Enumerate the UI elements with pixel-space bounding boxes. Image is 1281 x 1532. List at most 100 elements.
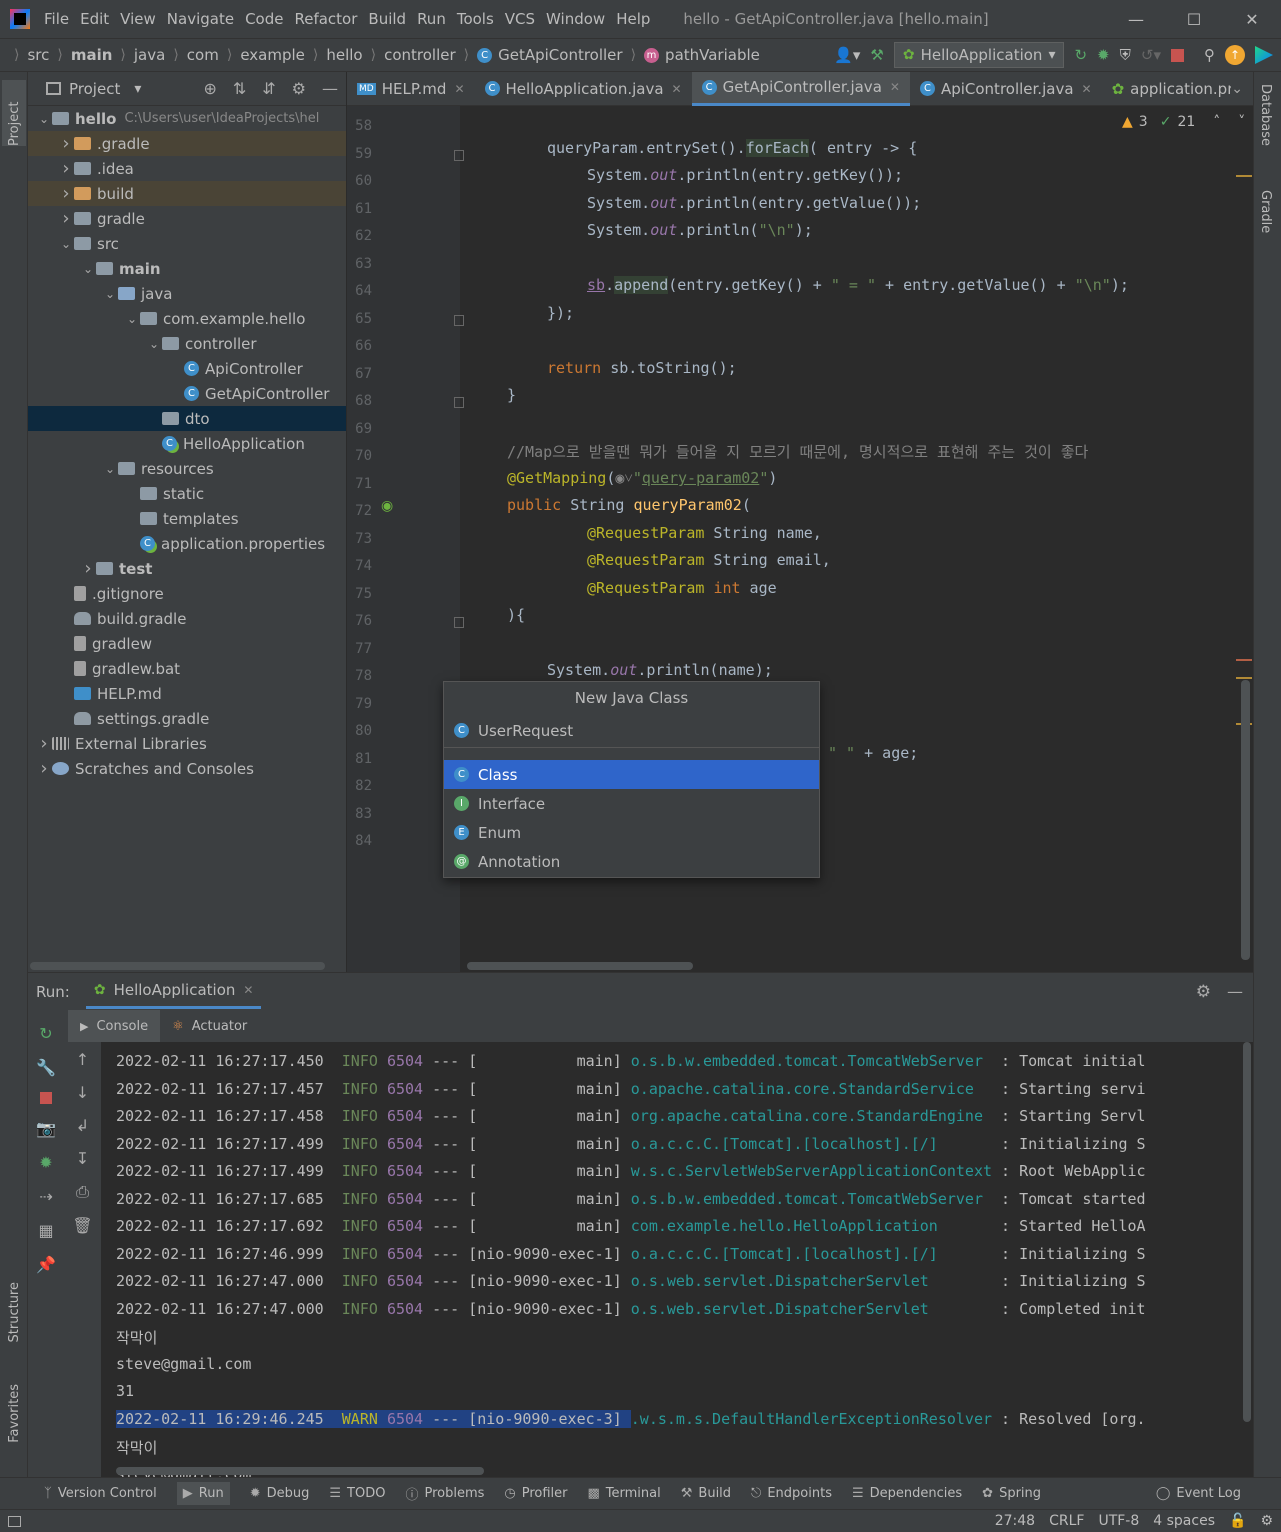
- debug-icon[interactable]: ✹: [1097, 46, 1110, 64]
- arrow-down-icon[interactable]: ↓: [76, 1083, 89, 1102]
- option-interface[interactable]: I Interface: [444, 789, 819, 818]
- tree-item[interactable]: ⌄ src: [28, 231, 346, 256]
- tab-get-api-controller[interactable]: C GetApiController.java ✕: [691, 71, 910, 106]
- layout-icon[interactable]: ▦: [38, 1221, 53, 1240]
- tab-api-controller[interactable]: C ApiController.java ✕: [910, 72, 1102, 106]
- stop-icon[interactable]: [40, 1092, 52, 1104]
- project-hscrollbar[interactable]: [30, 962, 325, 970]
- tree-item[interactable]: › .idea: [28, 156, 346, 181]
- menu-view[interactable]: View: [120, 10, 156, 28]
- close-icon[interactable]: ✕: [243, 983, 253, 997]
- crumb-example[interactable]: ⟩ example: [219, 46, 305, 64]
- menu-build[interactable]: Build: [368, 10, 406, 28]
- run-config-tab[interactable]: ✿ HelloApplication ✕: [85, 975, 262, 1009]
- fold-icon[interactable]: [454, 314, 464, 326]
- chevron-right-icon[interactable]: ›: [80, 558, 96, 579]
- close-icon[interactable]: ✕: [454, 82, 464, 96]
- crumb-class[interactable]: ⟩ C GetApiController: [456, 46, 623, 64]
- inspector-icon[interactable]: ⚙: [1260, 1513, 1273, 1529]
- rerun-icon[interactable]: ↻: [39, 1024, 52, 1043]
- tree-item[interactable]: C GetApiController: [28, 381, 346, 406]
- tree-item[interactable]: › .gradle: [28, 131, 346, 156]
- database-tool-tab[interactable]: Database: [1258, 84, 1273, 150]
- update-icon[interactable]: ↑: [1225, 45, 1245, 65]
- menu-edit[interactable]: Edit: [80, 10, 109, 28]
- hide-icon[interactable]: —: [322, 79, 338, 98]
- user-icon[interactable]: 👤▾: [834, 46, 860, 64]
- tree-item[interactable]: ⌄ main: [28, 256, 346, 281]
- tree-item[interactable]: ⌄ com.example.hello: [28, 306, 346, 331]
- menu-tools[interactable]: Tools: [457, 10, 494, 28]
- search-icon[interactable]: ⚲: [1204, 46, 1215, 64]
- minimize-icon[interactable]: —: [1107, 10, 1165, 29]
- chevron-down-icon[interactable]: ⌄: [58, 237, 74, 251]
- chevron-up-icon[interactable]: ˄: [1213, 114, 1220, 130]
- collapse-all-icon[interactable]: ⇵: [262, 79, 275, 98]
- tree-item[interactable]: ⌄ hello C:\Users\user\IdeaProjects\hel: [28, 106, 346, 131]
- scroll-end-icon[interactable]: ↧: [76, 1149, 89, 1168]
- chevron-down-icon[interactable]: ˅: [1238, 114, 1245, 130]
- tree-item[interactable]: ⌄ controller: [28, 331, 346, 356]
- gradle-tool-tab[interactable]: Gradle: [1258, 190, 1273, 237]
- tree-item[interactable]: HELP.md: [28, 681, 346, 706]
- tab-actuator[interactable]: ⚛ Actuator: [160, 1010, 259, 1042]
- option-annotation[interactable]: @ Annotation: [444, 847, 819, 876]
- tree-item[interactable]: C HelloApplication: [28, 431, 346, 456]
- tab-hello-application[interactable]: C HelloApplication.java ✕: [475, 72, 692, 106]
- menu-code[interactable]: Code: [245, 10, 283, 28]
- gear-icon[interactable]: ⚙: [292, 79, 306, 98]
- caret-position[interactable]: 27:48: [995, 1513, 1035, 1529]
- trash-icon[interactable]: 🗑: [72, 1216, 92, 1235]
- crumb-controller[interactable]: ⟩ controller: [363, 46, 456, 64]
- chevron-down-icon[interactable]: ⌄: [146, 337, 162, 351]
- stop-icon[interactable]: [1171, 48, 1184, 62]
- fold-icon[interactable]: [454, 397, 464, 408]
- crumb-src[interactable]: ⟩ src: [6, 46, 49, 64]
- chevron-down-icon[interactable]: ⌄: [124, 312, 140, 326]
- tree-item[interactable]: build.gradle: [28, 606, 346, 631]
- menu-vcs[interactable]: VCS: [505, 10, 535, 28]
- class-name-input[interactable]: C UserRequest: [444, 714, 819, 748]
- option-enum[interactable]: E Enum: [444, 818, 819, 847]
- project-tool-tab[interactable]: Project: [2, 80, 26, 146]
- menu-help[interactable]: Help: [616, 10, 650, 28]
- pin-icon[interactable]: 📌: [36, 1255, 56, 1274]
- crumb-java[interactable]: ⟩ java: [112, 46, 165, 64]
- structure-tool-tab[interactable]: Structure: [2, 1282, 26, 1342]
- project-view-select[interactable]: Project: [69, 80, 120, 98]
- close-icon[interactable]: ✕: [1223, 10, 1281, 29]
- tree-item[interactable]: templates: [28, 506, 346, 531]
- rerun-icon[interactable]: ↻: [1074, 46, 1087, 64]
- coverage-icon[interactable]: ⛨: [1120, 46, 1131, 64]
- chevron-right-icon[interactable]: ›: [58, 133, 74, 154]
- inspection-widget[interactable]: ▲ 3 ✓ 21 ˄ ˅: [1122, 114, 1246, 130]
- camera-icon[interactable]: 📷: [36, 1119, 56, 1138]
- line-separator[interactable]: CRLF: [1049, 1513, 1084, 1529]
- chevron-right-icon[interactable]: ›: [58, 158, 74, 179]
- crumb-main[interactable]: ⟩ main: [49, 46, 112, 64]
- tree-item[interactable]: › External Libraries: [28, 731, 346, 756]
- menu-window[interactable]: Window: [546, 10, 605, 28]
- console-vscrollbar[interactable]: [1243, 1042, 1251, 1422]
- menu-refactor[interactable]: Refactor: [294, 10, 357, 28]
- tool-run[interactable]: ▶ Run: [176, 1482, 230, 1505]
- tab-console[interactable]: ▶ Console: [68, 1010, 161, 1042]
- run-config-select[interactable]: ✿ HelloApplication ▾: [893, 42, 1065, 68]
- crumb-com[interactable]: ⟩ com: [165, 46, 219, 64]
- chevron-right-icon[interactable]: ›: [36, 758, 52, 779]
- tree-item[interactable]: › build: [28, 181, 346, 206]
- editor-hscrollbar[interactable]: [467, 962, 693, 970]
- tool-event-log[interactable]: ◯ Event Log: [1156, 1486, 1241, 1501]
- tree-item[interactable]: .gitignore: [28, 581, 346, 606]
- menu-run[interactable]: Run: [417, 10, 446, 28]
- tree-item[interactable]: ⌄ java: [28, 281, 346, 306]
- chevron-down-icon[interactable]: ⌄: [36, 112, 52, 126]
- crumb-method[interactable]: ⟩ m pathVariable: [623, 46, 760, 64]
- tab-help-md[interactable]: MD HELP.md ✕: [347, 72, 475, 106]
- tree-item[interactable]: › Scratches and Consoles: [28, 756, 346, 781]
- tool-problems[interactable]: ⓘ Problems: [405, 1484, 484, 1503]
- tool-build[interactable]: ⚒ Build: [681, 1486, 731, 1501]
- chevron-down-icon[interactable]: ⌄: [80, 262, 96, 276]
- jetbrains-icon[interactable]: [1255, 46, 1273, 64]
- favorites-tool-tab[interactable]: Favorites: [2, 1384, 26, 1443]
